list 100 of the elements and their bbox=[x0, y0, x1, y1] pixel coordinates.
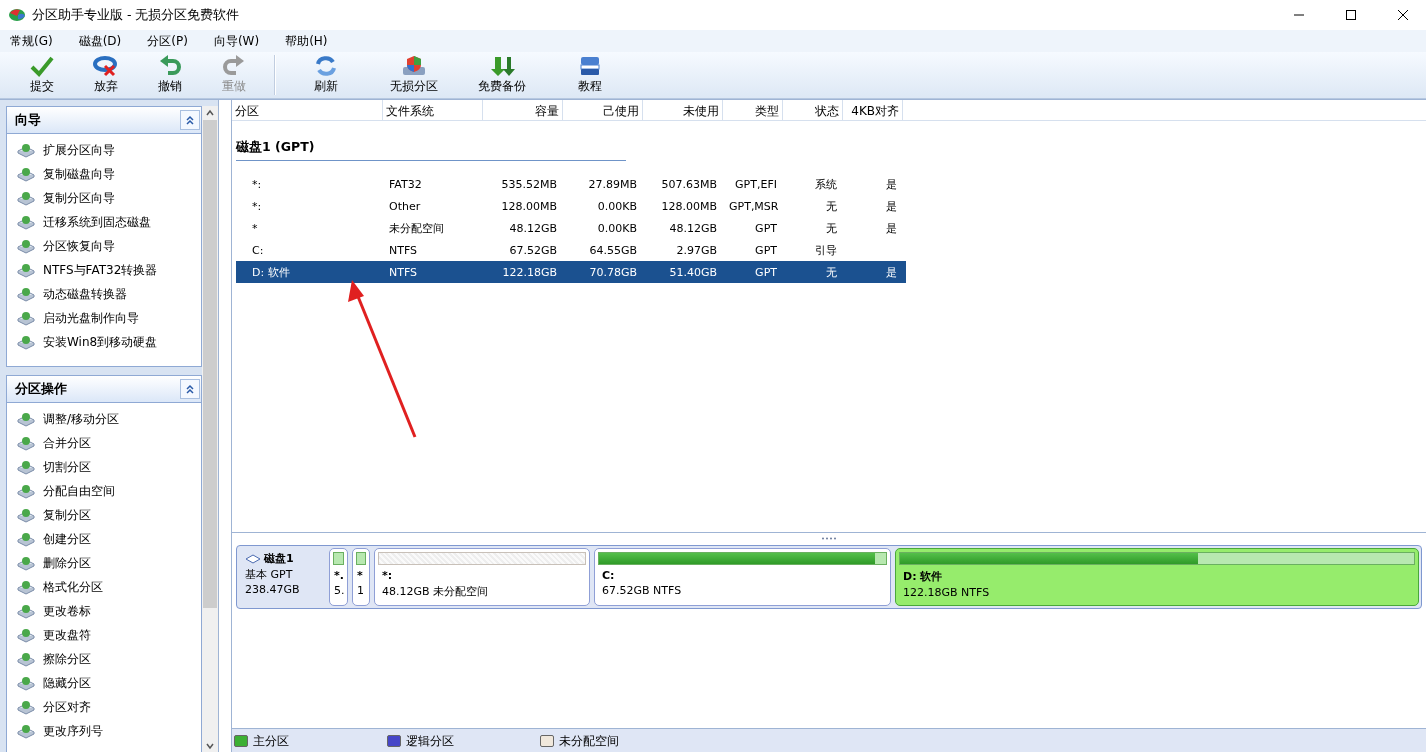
legend-label: 逻辑分区 bbox=[406, 732, 454, 750]
sidebar-item[interactable]: 更改序列号 bbox=[17, 719, 103, 743]
table-cell: 64.55GB bbox=[589, 243, 637, 257]
toolbar-button[interactable]: 教程 bbox=[546, 53, 634, 97]
column-header[interactable]: 未使用 bbox=[643, 100, 723, 120]
sidebar-item[interactable]: 动态磁盘转换器 bbox=[17, 282, 127, 306]
sidebar-item[interactable]: NTFS与FAT32转换器 bbox=[17, 258, 158, 282]
disk-icon bbox=[17, 190, 35, 206]
table-cell: * bbox=[252, 221, 258, 235]
menu-item[interactable]: 磁盘(D) bbox=[72, 30, 128, 52]
sidebar-item[interactable]: 删除分区 bbox=[17, 551, 91, 575]
sidebar-item[interactable]: 分配自由空间 bbox=[17, 479, 115, 503]
partition-label: *: bbox=[382, 569, 394, 582]
maximize-icon bbox=[1346, 10, 1356, 20]
sidebar-item[interactable]: 合并分区 bbox=[17, 431, 91, 455]
toolbar-button[interactable]: 免费备份 bbox=[458, 53, 546, 97]
sidebar-item[interactable]: 隐藏分区 bbox=[17, 671, 91, 695]
partition-detail: 1 bbox=[357, 584, 365, 597]
table-cell: *: bbox=[252, 177, 262, 191]
table-cell: 535.52MB bbox=[501, 177, 557, 191]
collapse-button[interactable] bbox=[180, 110, 201, 130]
toolbar-button[interactable]: 提交 bbox=[10, 53, 74, 97]
disk-icon bbox=[17, 435, 35, 451]
column-header[interactable]: 文件系统 bbox=[383, 100, 483, 120]
toolbar-button[interactable]: 刷新 bbox=[282, 53, 370, 97]
sidebar-item[interactable]: 更改盘符 bbox=[17, 623, 91, 647]
column-header[interactable]: 状态 bbox=[783, 100, 843, 120]
partition-detail: 48.12GB 未分配空间 bbox=[382, 584, 490, 599]
sidebar-item[interactable]: 分区恢复向导 bbox=[17, 234, 115, 258]
book-icon bbox=[578, 55, 602, 77]
double-chevron-icon bbox=[185, 115, 196, 125]
disk-icon bbox=[17, 555, 35, 571]
sidebar-item[interactable]: 格式化分区 bbox=[17, 575, 103, 599]
table-row[interactable]: *: FAT32 535.52MB 27.89MB 507.63MB GPT,EFI 系统 是 bbox=[236, 173, 906, 195]
column-header[interactable]: 4KB对齐 bbox=[843, 100, 903, 120]
sidebar-item[interactable]: 扩展分区向导 bbox=[17, 138, 115, 162]
checkmark-icon bbox=[30, 55, 54, 77]
table-cell: 是 bbox=[886, 177, 897, 191]
disk-icon bbox=[17, 627, 35, 643]
collapse-button[interactable] bbox=[180, 379, 201, 399]
partition-detail: 5. bbox=[334, 584, 344, 597]
disk-icon bbox=[17, 459, 35, 475]
menu-item[interactable]: 常规(G) bbox=[4, 30, 59, 52]
table-cell: 51.40GB bbox=[669, 265, 717, 279]
toolbar-button[interactable]: 无损分区 bbox=[370, 53, 458, 97]
disk-icon bbox=[17, 262, 35, 278]
toolbar-button[interactable]: 放弃 bbox=[74, 53, 138, 97]
sidebar-item[interactable]: 启动光盘制作向导 bbox=[17, 306, 139, 330]
sidebar-item[interactable]: 切割分区 bbox=[17, 455, 91, 479]
partition-block[interactable]: C: 67.52GB NTFS bbox=[594, 548, 891, 606]
disk-type: 基本 GPT bbox=[245, 567, 294, 582]
table-cell: 70.78GB bbox=[589, 265, 637, 279]
column-header[interactable]: 己使用 bbox=[563, 100, 643, 120]
table-cell: NTFS bbox=[389, 265, 418, 279]
sidebar-item[interactable]: 擦除分区 bbox=[17, 647, 91, 671]
disk-icon bbox=[17, 483, 35, 499]
toolbar-button[interactable]: 撤销 bbox=[138, 53, 202, 97]
partition-label: * bbox=[357, 569, 364, 582]
table-cell: D: 软件 bbox=[252, 265, 290, 279]
shield-drive-icon bbox=[401, 55, 427, 77]
sidebar-item[interactable]: 复制磁盘向导 bbox=[17, 162, 115, 186]
partition-label: D: 软件 bbox=[903, 569, 944, 584]
menu-item[interactable]: 分区(P) bbox=[141, 30, 194, 52]
table-cell: 0.00KB bbox=[597, 221, 637, 235]
menu-item[interactable]: 向导(W) bbox=[207, 30, 266, 52]
disk-icon bbox=[17, 579, 35, 595]
disk-icon bbox=[17, 286, 35, 302]
disk-icon bbox=[17, 142, 35, 158]
table-cell: GPT bbox=[755, 265, 777, 279]
column-header[interactable]: 分区 bbox=[232, 100, 383, 120]
table-cell: 未分配空间 bbox=[389, 221, 444, 235]
column-header[interactable]: 容量 bbox=[483, 100, 563, 120]
table-row[interactable]: *: Other 128.00MB 0.00KB 128.00MB GPT,MSR 无 是 bbox=[236, 195, 906, 217]
table-cell: GPT,EFI bbox=[735, 177, 777, 191]
partition-block[interactable]: D: 软件 122.18GB NTFS bbox=[895, 548, 1419, 606]
table-row[interactable]: * 未分配空间 48.12GB 0.00KB 48.12GB GPT 无 是 bbox=[236, 217, 906, 239]
splitter-handle-icon[interactable] bbox=[821, 536, 837, 540]
legend-label: 主分区 bbox=[253, 732, 289, 750]
table-cell: 是 bbox=[886, 199, 897, 213]
table-row[interactable]: D: 软件 NTFS 122.18GB 70.78GB 51.40GB GPT 无 是 bbox=[236, 261, 906, 283]
disk-icon bbox=[17, 334, 35, 350]
partition-block[interactable]: *. 5. bbox=[329, 548, 348, 606]
table-row[interactable]: C: NTFS 67.52GB 64.55GB 2.97GB GPT 引导 bbox=[236, 239, 906, 261]
partition-block[interactable]: * 1 bbox=[352, 548, 370, 606]
column-header[interactable]: 类型 bbox=[723, 100, 783, 120]
sidebar-item[interactable]: 复制分区向导 bbox=[17, 186, 115, 210]
sidebar-item[interactable]: 分区对齐 bbox=[17, 695, 91, 719]
table-cell: 507.63MB bbox=[661, 177, 717, 191]
sidebar-item[interactable]: 调整/移动分区 bbox=[17, 407, 120, 431]
sidebar-item[interactable]: 复制分区 bbox=[17, 503, 91, 527]
sidebar-item[interactable]: 更改卷标 bbox=[17, 599, 91, 623]
table-cell: 67.52GB bbox=[509, 243, 557, 257]
sidebar-item[interactable]: 安装Win8到移动硬盘 bbox=[17, 330, 158, 354]
table-cell: 48.12GB bbox=[669, 221, 717, 235]
menu-item[interactable]: 帮助(H) bbox=[279, 30, 334, 52]
partition-block[interactable]: *: 48.12GB 未分配空间 bbox=[374, 548, 590, 606]
scrollbar[interactable] bbox=[202, 106, 218, 752]
table-cell: GPT bbox=[755, 243, 777, 257]
sidebar-item[interactable]: 创建分区 bbox=[17, 527, 91, 551]
sidebar-item[interactable]: 迁移系统到固态磁盘 bbox=[17, 210, 151, 234]
